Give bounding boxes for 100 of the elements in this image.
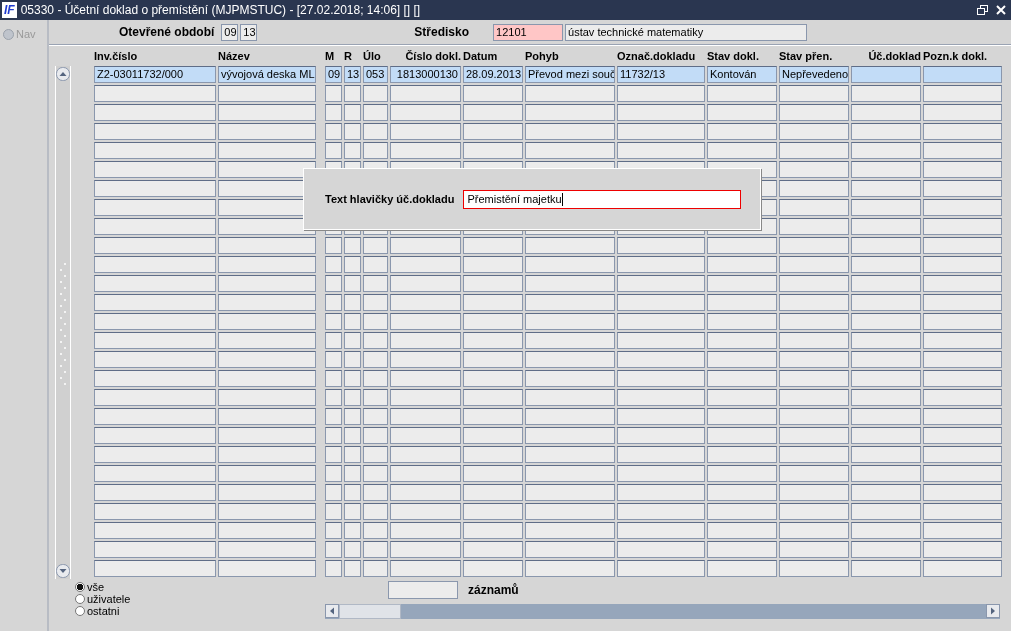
grid-field[interactable] xyxy=(218,427,316,444)
grid-field[interactable] xyxy=(390,408,461,425)
grid-field[interactable] xyxy=(851,275,921,292)
grid-field[interactable] xyxy=(923,275,1002,292)
grid-field[interactable] xyxy=(851,389,921,406)
grid-field[interactable] xyxy=(923,294,1002,311)
grid-field[interactable] xyxy=(463,560,523,577)
grid-field[interactable] xyxy=(617,256,705,273)
grid-field[interactable]: 053 xyxy=(363,66,388,83)
grid-field[interactable] xyxy=(851,66,921,83)
grid-field[interactable] xyxy=(218,313,316,330)
grid-field[interactable] xyxy=(851,104,921,121)
grid-field[interactable] xyxy=(325,465,342,482)
grid-field[interactable] xyxy=(463,256,523,273)
grid-field[interactable] xyxy=(707,503,777,520)
grid-field[interactable] xyxy=(707,427,777,444)
grid-field[interactable] xyxy=(525,446,615,463)
grid-field[interactable] xyxy=(363,389,388,406)
grid-field[interactable] xyxy=(923,408,1002,425)
grid-field[interactable] xyxy=(463,85,523,102)
grid-field[interactable] xyxy=(779,85,849,102)
grid-field[interactable] xyxy=(94,465,216,482)
grid-field[interactable] xyxy=(525,294,615,311)
grid-field[interactable] xyxy=(617,541,705,558)
grid-field[interactable] xyxy=(617,370,705,387)
grid-field[interactable] xyxy=(94,275,216,292)
grid-field[interactable] xyxy=(923,85,1002,102)
grid-field[interactable] xyxy=(851,218,921,235)
grid-field[interactable] xyxy=(617,351,705,368)
grid-field[interactable] xyxy=(363,408,388,425)
filter-radio[interactable]: vše xyxy=(75,581,325,593)
grid-field[interactable] xyxy=(344,541,361,558)
grid-field[interactable] xyxy=(851,465,921,482)
grid-field[interactable] xyxy=(525,142,615,159)
grid-field[interactable] xyxy=(923,218,1002,235)
grid-field[interactable] xyxy=(325,351,342,368)
grid-field[interactable] xyxy=(344,370,361,387)
grid-field[interactable]: 13 xyxy=(344,66,361,83)
grid-field[interactable] xyxy=(525,541,615,558)
grid-field[interactable] xyxy=(390,446,461,463)
grid-field[interactable] xyxy=(923,104,1002,121)
grid-field[interactable] xyxy=(923,237,1002,254)
grid-field[interactable] xyxy=(707,332,777,349)
center-name-field[interactable]: ústav technické matematiky xyxy=(565,23,808,41)
grid-field[interactable] xyxy=(390,370,461,387)
grid-field[interactable] xyxy=(363,351,388,368)
grid-field[interactable] xyxy=(344,123,361,140)
grid-field[interactable] xyxy=(218,389,316,406)
grid-field[interactable] xyxy=(218,446,316,463)
grid-field[interactable] xyxy=(363,332,388,349)
grid-field[interactable]: Kontován xyxy=(707,66,777,83)
grid-field[interactable] xyxy=(218,256,316,273)
grid-field[interactable] xyxy=(851,332,921,349)
grid-field[interactable] xyxy=(779,180,849,197)
grid-field[interactable] xyxy=(463,351,523,368)
grid-field[interactable] xyxy=(923,560,1002,577)
grid-field[interactable] xyxy=(218,294,316,311)
grid-field[interactable] xyxy=(390,541,461,558)
grid-field[interactable] xyxy=(218,275,316,292)
grid-field[interactable] xyxy=(707,446,777,463)
grid-field[interactable] xyxy=(923,161,1002,178)
grid-field[interactable] xyxy=(325,408,342,425)
grid-field[interactable] xyxy=(525,237,615,254)
grid-field[interactable]: 11732/13 xyxy=(617,66,705,83)
grid-field[interactable] xyxy=(779,465,849,482)
grid-field[interactable] xyxy=(94,313,216,330)
grid-field[interactable] xyxy=(390,427,461,444)
grid-field[interactable] xyxy=(617,237,705,254)
grid-field[interactable] xyxy=(525,85,615,102)
grid-field[interactable] xyxy=(363,275,388,292)
grid-field[interactable] xyxy=(707,484,777,501)
grid-field[interactable] xyxy=(779,332,849,349)
grid-field[interactable] xyxy=(525,313,615,330)
grid-field[interactable] xyxy=(525,332,615,349)
grid-field[interactable] xyxy=(463,294,523,311)
grid-field[interactable] xyxy=(851,370,921,387)
grid-field[interactable] xyxy=(218,237,316,254)
grid-field[interactable] xyxy=(218,104,316,121)
grid-field[interactable] xyxy=(851,256,921,273)
grid-field[interactable] xyxy=(923,180,1002,197)
grid-field[interactable] xyxy=(390,294,461,311)
grid-field[interactable] xyxy=(363,446,388,463)
grid-field[interactable] xyxy=(390,332,461,349)
grid-field[interactable] xyxy=(325,294,342,311)
grid-field[interactable] xyxy=(390,351,461,368)
grid-field[interactable] xyxy=(463,465,523,482)
grid-field[interactable] xyxy=(363,484,388,501)
grid-field[interactable] xyxy=(525,275,615,292)
grid-field[interactable] xyxy=(779,104,849,121)
grid-field[interactable] xyxy=(617,294,705,311)
month-field[interactable]: 09 xyxy=(221,23,239,41)
grid-field[interactable] xyxy=(344,104,361,121)
grid-field[interactable] xyxy=(94,332,216,349)
grid-field[interactable] xyxy=(363,560,388,577)
grid-field[interactable] xyxy=(851,161,921,178)
grid-field[interactable] xyxy=(525,465,615,482)
grid-field[interactable] xyxy=(707,142,777,159)
grid-field[interactable] xyxy=(525,123,615,140)
grid-field[interactable] xyxy=(94,237,216,254)
grid-field[interactable] xyxy=(94,218,216,235)
